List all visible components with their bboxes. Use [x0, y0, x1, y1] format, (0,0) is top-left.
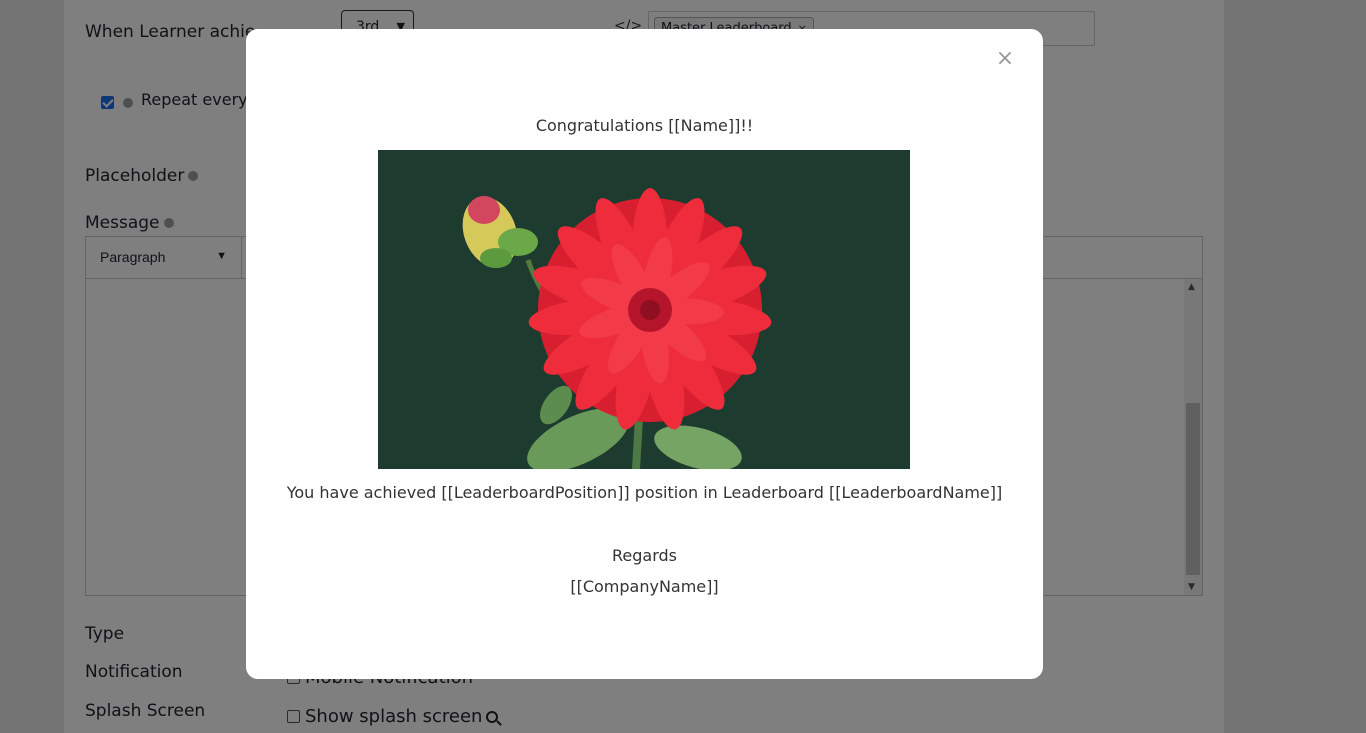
modal-heading: Congratulations [[Name]]!!: [535, 116, 754, 135]
modal-regards: Regards: [612, 546, 677, 565]
flower-image: [378, 150, 910, 469]
modal-body-text: You have achieved [[LeaderboardPosition]…: [286, 483, 1003, 502]
modal-company: [[CompanyName]]: [570, 577, 719, 596]
dahlia-illustration: [378, 150, 910, 469]
close-icon[interactable]: ×: [995, 48, 1015, 70]
splash-preview-modal: × Congratulations [[Name]]!! You have ac…: [246, 29, 1043, 679]
